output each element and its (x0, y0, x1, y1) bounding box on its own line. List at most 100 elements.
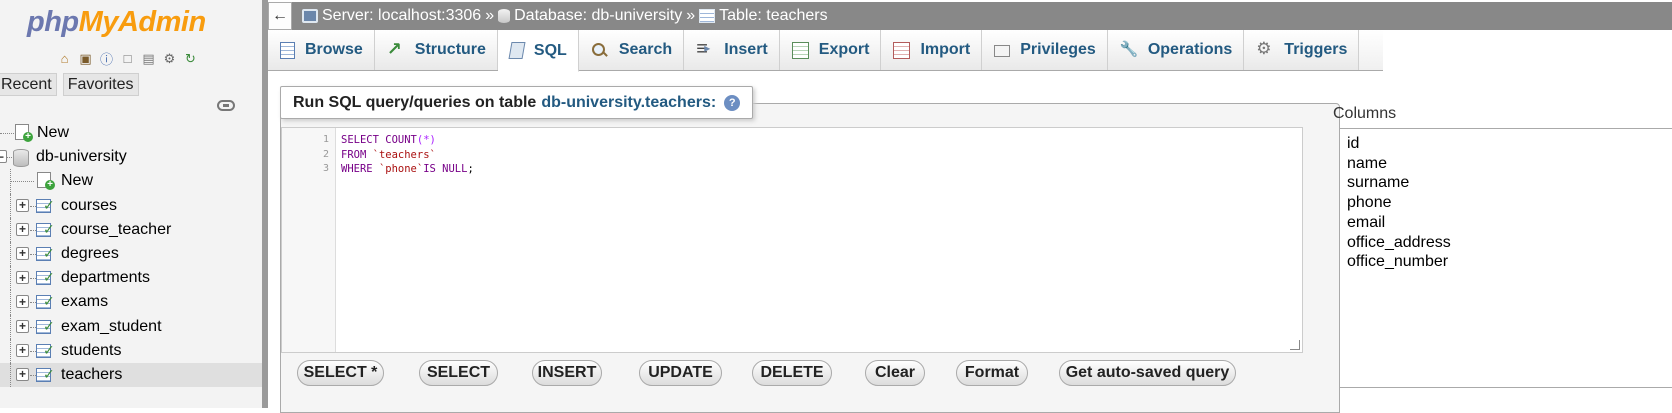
help-icon[interactable]: ? (724, 94, 741, 111)
sql-query-legend: Run SQL query/queries on table db-univer… (280, 86, 754, 119)
new-icon: + (15, 124, 33, 142)
tree-item[interactable]: − db-university (0, 145, 262, 169)
database-icon (498, 9, 511, 23)
tab-label: SQL (533, 41, 567, 59)
tree-item-label: students (61, 341, 122, 359)
insert-button[interactable]: INSERT (532, 360, 602, 386)
tree-connector (10, 338, 11, 363)
tree-item[interactable]: + ✓ exam_student (0, 314, 262, 339)
tree-item-label: db-university (36, 148, 127, 166)
column-option[interactable]: id (1347, 134, 1671, 154)
home-icon[interactable]: ⌂ (55, 49, 74, 68)
delete-button[interactable]: DELETE (752, 360, 832, 386)
tree-item[interactable]: + New (0, 169, 262, 194)
tab-label: Triggers (1284, 41, 1348, 58)
resize-grip[interactable] (1290, 340, 1300, 350)
expand-icon[interactable]: + (16, 343, 29, 357)
table-icon: ✓ (36, 319, 56, 335)
operations-icon (1120, 40, 1139, 59)
tree-connector (10, 217, 11, 242)
breadcrumb-server[interactable]: Server: localhost:3306 (302, 7, 481, 25)
legend-table-name[interactable]: db-university.teachers: (541, 94, 716, 112)
expand-icon[interactable]: + (16, 271, 29, 285)
tree-item[interactable]: + ✓ degrees (0, 241, 262, 267)
expand-icon[interactable]: + (16, 319, 29, 333)
tab-sql[interactable]: SQL (497, 30, 579, 72)
columns-list[interactable]: id name surname phone email office_address off… (1339, 128, 1672, 388)
tree-item[interactable]: + ✓ course_teacher (0, 217, 262, 242)
tab-operations[interactable]: Operations (1107, 30, 1245, 70)
link-with-main-panel-icon[interactable] (217, 100, 235, 111)
breadcrumb-database[interactable]: Database: db-university (498, 7, 682, 25)
expand-icon[interactable]: + (16, 295, 29, 309)
tree-item-label: New (61, 172, 94, 190)
logout-icon[interactable]: ▣ (76, 49, 95, 68)
column-option[interactable]: phone (1347, 193, 1671, 213)
table-icon: ✓ (36, 294, 56, 310)
nav-icon-bar: ⌂ ▣ ⓘ □ ▤ ⚙ ↻ (55, 49, 200, 68)
new-icon: + (37, 172, 55, 191)
column-option[interactable]: office_number (1347, 252, 1671, 272)
column-option[interactable]: name (1347, 154, 1671, 174)
favorites-tab[interactable]: Favorites (62, 73, 139, 96)
phpmyadmin-logo[interactable]: phpMyAdmin (27, 4, 206, 40)
select-button[interactable]: SELECT (419, 360, 498, 386)
select-star-button[interactable]: SELECT * (297, 360, 384, 386)
update-button[interactable]: UPDATE (639, 360, 722, 386)
tree-item[interactable]: + New (0, 121, 262, 145)
tree-item[interactable]: + ✓ students (0, 338, 262, 363)
line-number: 3 (322, 163, 329, 174)
tree-item-label: New (37, 124, 70, 141)
format-button[interactable]: Format (956, 360, 1028, 386)
breadcrumb-separator: » (485, 7, 495, 24)
navigation-panel: phpMyAdmin ⌂ ▣ ⓘ □ ▤ ⚙ ↻ Recent Favorite… (0, 0, 262, 408)
tree-item[interactable]: + ✓ courses (0, 193, 262, 218)
expand-icon[interactable]: + (16, 198, 29, 212)
tab-search[interactable]: Search (578, 30, 685, 70)
tab-privileges[interactable]: Privileges (982, 30, 1108, 70)
tab-triggers[interactable]: Triggers (1244, 30, 1360, 70)
nav-tabs: Recent Favorites (0, 73, 139, 96)
get-auto-saved-query-button[interactable]: Get auto-saved query (1059, 360, 1236, 386)
tab-export[interactable]: Export (779, 30, 882, 70)
sql-code[interactable]: SELECT COUNT(*) FROM `teachers` WHERE `p… (341, 133, 474, 177)
tab-label: Import (920, 41, 971, 58)
help-icon[interactable]: ⓘ (97, 49, 116, 68)
columns-label: Columns (1333, 105, 1397, 122)
expand-icon[interactable]: + (16, 246, 29, 260)
tab-insert[interactable]: Insert (684, 30, 780, 70)
clear-button[interactable]: Clear (865, 360, 925, 386)
tree-connector (10, 290, 11, 315)
tab-label: Search (618, 41, 673, 58)
tree-item[interactable]: + ✓ exams (0, 290, 262, 315)
tab-label: Operations (1147, 41, 1233, 58)
breadcrumb-table[interactable]: Table: teachers (699, 7, 828, 25)
tree-item-label: exams (61, 293, 109, 311)
tree-item-label: departments (61, 269, 150, 287)
database-icon (13, 149, 29, 168)
expand-icon[interactable]: + (16, 367, 29, 381)
table-icon (699, 9, 716, 23)
collapse-nav-button[interactable]: ← (268, 2, 292, 30)
line-number: 2 (322, 148, 329, 160)
database-tree: + New − db-university + New + ✓ courses + ✓ course_… (0, 121, 262, 388)
docs-icon[interactable]: □ (118, 49, 137, 68)
collapse-icon[interactable]: − (0, 150, 7, 164)
tab-structure[interactable]: Structure (374, 30, 498, 70)
tab-import[interactable]: Import (881, 30, 983, 70)
tree-connector (10, 314, 11, 339)
table-icon: ✓ (36, 198, 56, 214)
reload-icon[interactable]: ↻ (181, 49, 200, 68)
tab-browse[interactable]: Browse (268, 30, 375, 70)
documentation-icon[interactable]: ▤ (139, 49, 158, 68)
breadcrumb: ← Server: localhost:3306 » Database: db-… (268, 2, 1672, 30)
column-option[interactable]: office_address (1347, 233, 1671, 253)
tree-item[interactable]: + ✓ teachers (0, 362, 262, 388)
recent-tab[interactable]: Recent (0, 73, 57, 96)
tree-item[interactable]: + ✓ departments (0, 266, 262, 291)
column-option[interactable]: surname (1347, 173, 1671, 193)
settings-icon[interactable]: ⚙ (160, 49, 179, 68)
column-option[interactable]: email (1347, 213, 1671, 233)
expand-icon[interactable]: + (16, 222, 29, 236)
sql-editor[interactable]: 1 2 3 SELECT COUNT(*) FROM `teachers` WH… (281, 127, 1303, 353)
